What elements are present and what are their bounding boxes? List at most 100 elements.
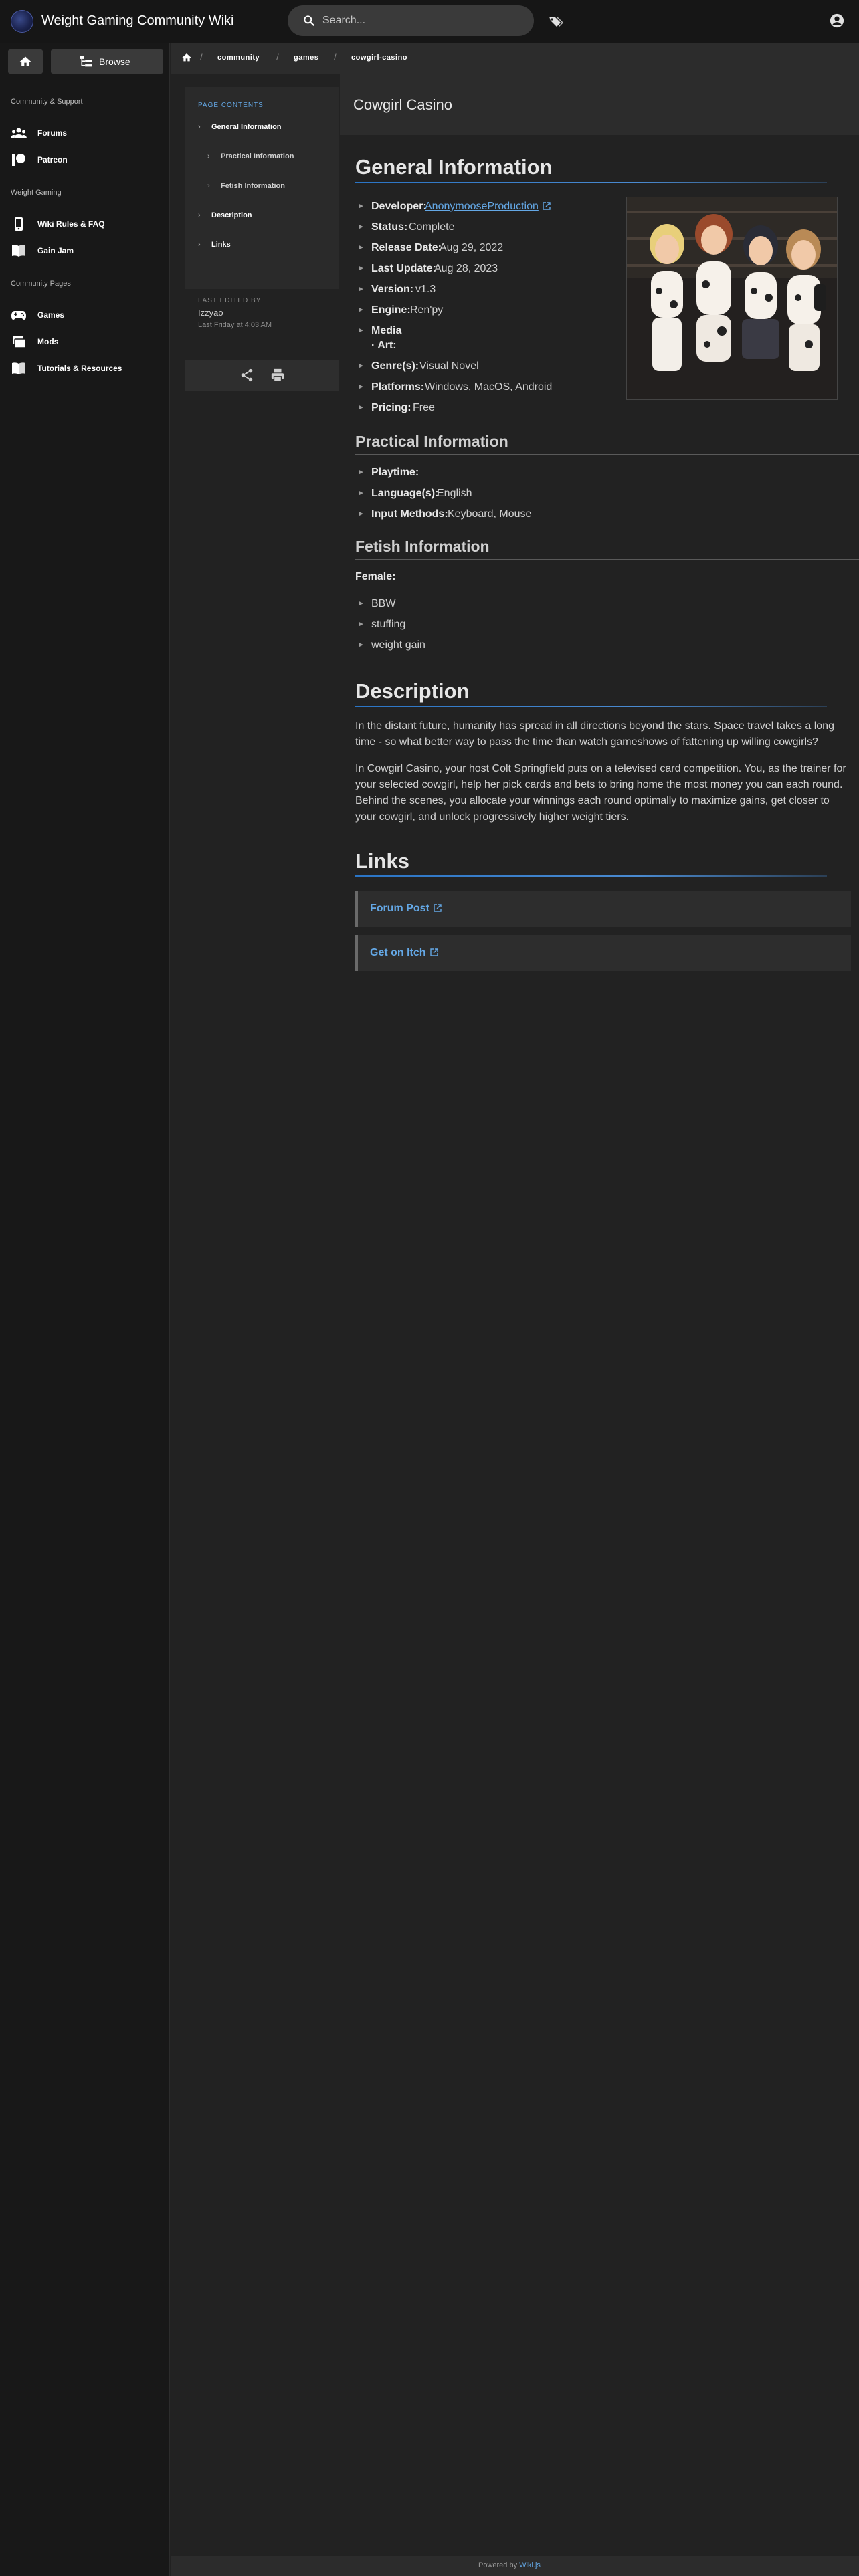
- search-input[interactable]: Search...: [288, 5, 534, 36]
- description-paragraph: In Cowgirl Casino, your host Colt Spring…: [355, 763, 846, 823]
- sidebar-item-label: Mods: [37, 337, 59, 346]
- browse-button[interactable]: Browse: [51, 49, 163, 74]
- site-logo[interactable]: [11, 10, 33, 33]
- field-value: Complete: [409, 221, 455, 233]
- cover-art: [627, 197, 837, 399]
- field-label: Pricing:: [371, 402, 411, 413]
- tags-icon[interactable]: [547, 13, 563, 29]
- sidebar-item-label: Games: [37, 310, 65, 320]
- sidebar-item-label: Wiki Rules & FAQ: [37, 219, 105, 229]
- link-label[interactable]: Get on Itch: [370, 947, 426, 958]
- last-edited-user[interactable]: Izzyao: [198, 308, 223, 318]
- phone-icon: [15, 217, 23, 231]
- field-label: Language(s):: [371, 488, 439, 499]
- sidebar-item-mods[interactable]: Mods: [0, 332, 169, 352]
- toc-header: PAGE CONTENTS: [198, 102, 264, 109]
- sidebar-item-wiki-rules[interactable]: Wiki Rules & FAQ: [0, 214, 169, 234]
- developer-link-text[interactable]: AnonymooseProduction: [425, 201, 539, 212]
- share-icon[interactable]: [240, 368, 254, 383]
- last-edited-time: Last Friday at 4:03 AM: [198, 321, 272, 329]
- field-label: Status:: [371, 221, 408, 233]
- fetish-tag: weight gain: [371, 639, 425, 651]
- breadcrumb-separator: /: [334, 52, 337, 62]
- chevron-right-icon: ›: [198, 123, 201, 131]
- book-icon: [12, 245, 25, 257]
- home-icon: [19, 56, 31, 66]
- powered-by-text: Powered by: [478, 2561, 518, 2569]
- bullet-icon: ►: [358, 641, 365, 649]
- top-bar: Weight Gaming Community Wiki Search...: [0, 0, 859, 43]
- heading-fetish-information: Fetish Information: [355, 538, 490, 555]
- sidebar-item-forums[interactable]: Forums: [0, 123, 169, 143]
- field-value: Ren'py: [410, 304, 444, 316]
- book-open-icon: [12, 362, 25, 374]
- bullet-icon: ►: [358, 306, 365, 314]
- field-value: v1.3: [415, 284, 436, 295]
- nav-header-community-pages: Community Pages: [11, 280, 71, 288]
- page-actions: [185, 360, 339, 391]
- users-icon: [11, 128, 27, 138]
- field-label: Engine:: [371, 304, 411, 316]
- external-link-icon: [430, 948, 438, 956]
- bullet-icon: ►: [358, 490, 365, 497]
- developer-link[interactable]: AnonymooseProduction: [425, 201, 551, 213]
- sidebar-item-games[interactable]: Games: [0, 305, 169, 325]
- heading-general-information: General Information: [355, 155, 553, 179]
- fetish-tag: stuffing: [371, 619, 406, 630]
- field-label: Playtime:: [371, 467, 419, 478]
- link-card-get-on-itch[interactable]: Get on Itch: [355, 935, 851, 971]
- sidebar-item-label: Gain Jam: [37, 246, 74, 255]
- home-icon[interactable]: [181, 52, 192, 63]
- heading-practical-information: Practical Information: [355, 433, 508, 450]
- female-label: Female:: [355, 571, 396, 582]
- page-title: Cowgirl Casino: [353, 96, 452, 113]
- breadcrumb-item-current[interactable]: cowgirl-casino: [351, 53, 407, 62]
- breadcrumb-item[interactable]: community: [217, 53, 260, 62]
- bullet-icon: ►: [358, 404, 365, 411]
- site-title[interactable]: Weight Gaming Community Wiki: [41, 13, 233, 29]
- search-icon: [304, 15, 314, 26]
- chevron-right-icon: ›: [207, 152, 210, 160]
- description-paragraph: In the distant future, humanity has spre…: [355, 720, 834, 748]
- last-edited-label: LAST EDITED BY: [198, 297, 262, 304]
- field-value: Windows, MacOS, Android: [425, 381, 553, 393]
- toc-item-label: Practical Information: [221, 152, 294, 160]
- field-value: Aug 29, 2022: [440, 242, 504, 253]
- page-contents: PAGE CONTENTS › General Information › Pr…: [185, 87, 339, 289]
- page-header: Cowgirl Casino: [340, 74, 859, 135]
- bullet-icon: ►: [358, 600, 365, 607]
- search-placeholder: Search...: [322, 15, 366, 26]
- link-card-forum-post[interactable]: Forum Post: [355, 891, 851, 927]
- sitemap-icon: [80, 56, 92, 67]
- account-icon[interactable]: [830, 13, 844, 28]
- field-label: Platforms:: [371, 381, 425, 393]
- bullet-icon: ►: [358, 265, 365, 272]
- footer-link[interactable]: Wiki.js: [519, 2561, 541, 2569]
- heading-underline: [355, 706, 827, 707]
- nav-header-community: Community & Support: [11, 98, 83, 106]
- bullet-icon: ►: [358, 203, 365, 210]
- heading-underline: [355, 454, 859, 455]
- external-link-icon: [434, 904, 442, 912]
- bullet-icon: ►: [358, 510, 365, 518]
- link-label[interactable]: Forum Post: [370, 903, 430, 914]
- field-label: Media: [371, 325, 402, 336]
- home-button[interactable]: [8, 49, 43, 74]
- bullet-icon: ►: [358, 327, 365, 334]
- field-value: Aug 28, 2023: [434, 263, 498, 274]
- gamepad-icon: [11, 311, 26, 320]
- breadcrumb-item[interactable]: games: [294, 53, 318, 62]
- toc-item-label: General Information: [211, 123, 282, 131]
- game-cover-image[interactable]: [626, 197, 838, 400]
- bullet-icon: ►: [358, 286, 365, 293]
- bullet-icon: ►: [358, 223, 365, 231]
- toc-item-label: Fetish Information: [221, 182, 285, 190]
- link-text[interactable]: Get on Itch: [370, 947, 438, 959]
- print-icon[interactable]: [270, 368, 285, 383]
- sidebar-item-patreon[interactable]: Patreon: [0, 150, 169, 170]
- link-text[interactable]: Forum Post: [370, 903, 442, 915]
- sidebar-item-gain-jam[interactable]: Gain Jam: [0, 241, 169, 261]
- bullet-icon: ►: [358, 362, 365, 370]
- sidebar-item-tutorials[interactable]: Tutorials & Resources: [0, 358, 169, 379]
- field-label: Release Date:: [371, 242, 442, 253]
